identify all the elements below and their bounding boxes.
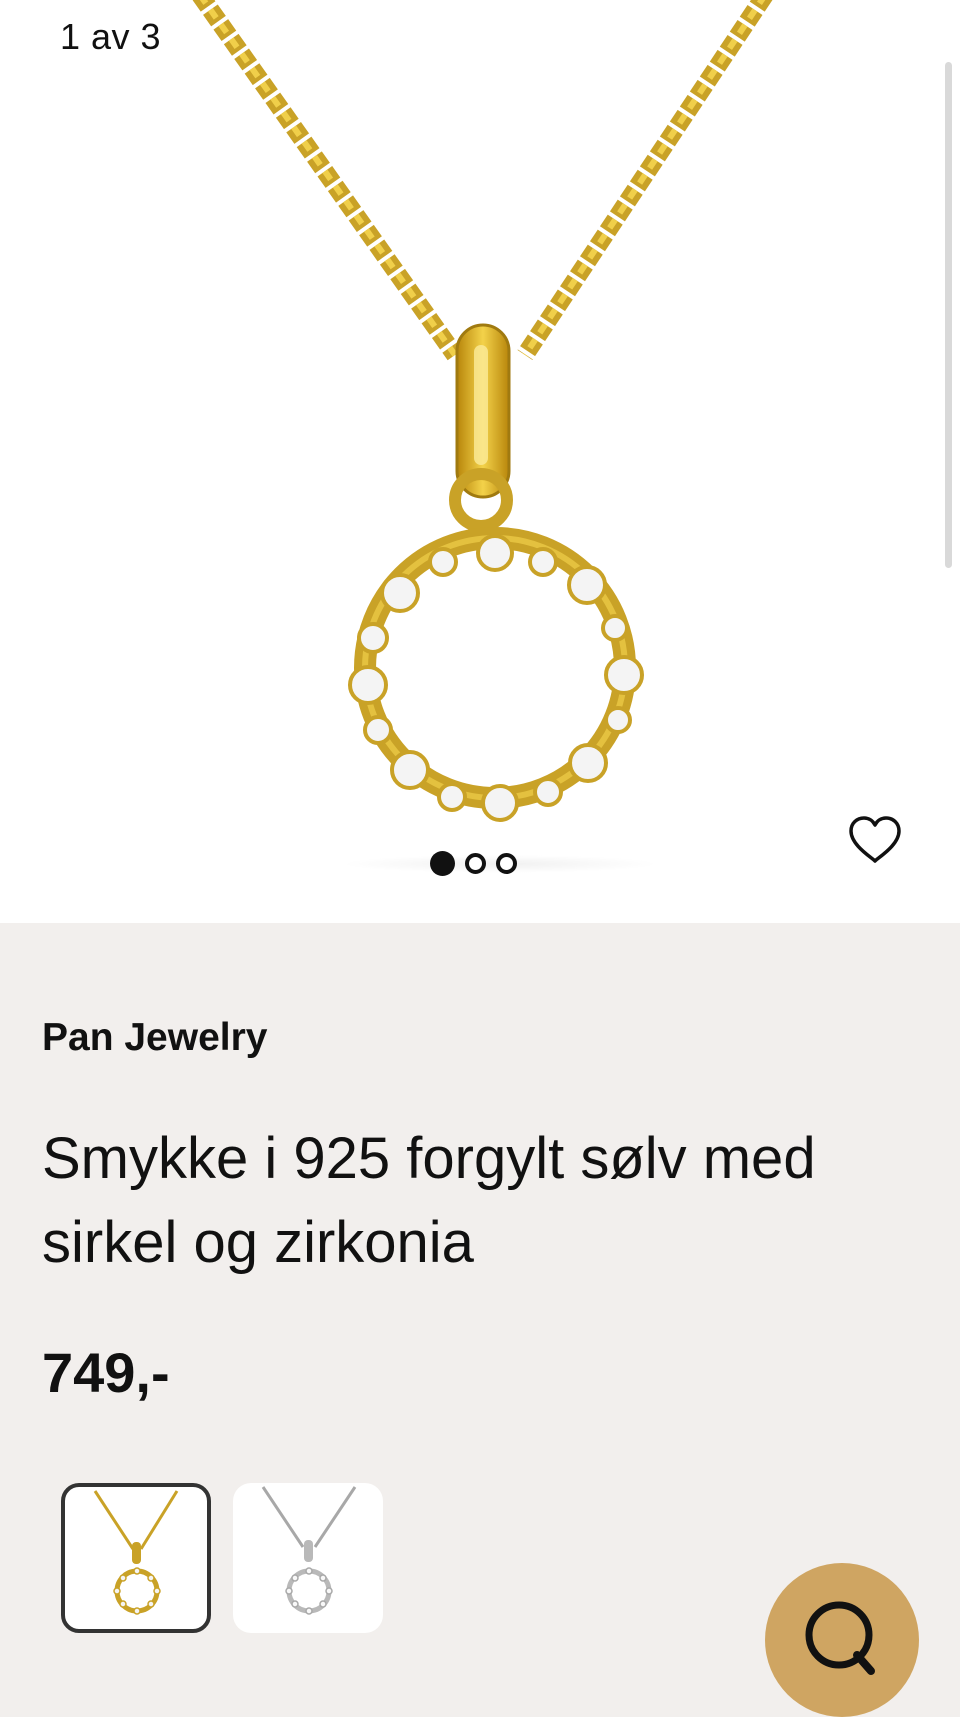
gallery-pagination — [430, 851, 517, 876]
chat-button[interactable] — [765, 1563, 919, 1717]
pagination-dot-3[interactable] — [496, 853, 517, 874]
variant-silver[interactable] — [233, 1483, 383, 1633]
variant-gold-thumbnail — [93, 1490, 179, 1615]
brand-link[interactable]: Pan Jewelry — [42, 1016, 267, 1060]
chat-bubble-icon — [805, 1601, 875, 1675]
scrollbar[interactable] — [945, 62, 952, 568]
pagination-dot-1[interactable] — [430, 851, 455, 876]
heart-icon — [849, 816, 901, 863]
product-title: Smykke i 925 forgylt sølv med sirkel og … — [42, 1126, 816, 1275]
variant-gold[interactable] — [61, 1483, 211, 1633]
product-image-gallery[interactable]: 1 av 3 — [0, 0, 960, 923]
variant-silver-thumbnail — [261, 1486, 357, 1615]
product-image[interactable] — [0, 0, 960, 923]
pagination-dot-2[interactable] — [465, 853, 486, 874]
favorite-button[interactable] — [845, 812, 905, 868]
product-price: 749,- — [42, 1341, 170, 1404]
